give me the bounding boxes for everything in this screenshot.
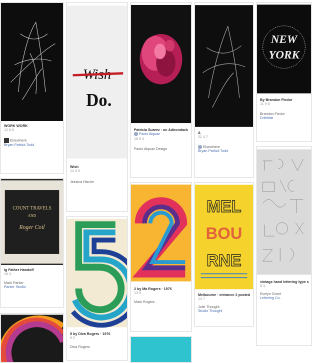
card-author[interactable]: Brandon Fiedor [260,112,285,116]
card-image[interactable] [1,314,63,362]
card-image[interactable] [195,3,253,129]
card-wish-do[interactable]: Wish Do. Wish 14 3 9 Jessica Hische [66,2,128,212]
card-author-line[interactable]: Bryan Patrick Todd [4,143,61,147]
card-author[interactable]: Mark Parker [4,281,24,285]
card-ig-father[interactable]: COUNT TRAVELS AND Roger Coil Ig Father H… [0,178,64,308]
avatar[interactable] [134,132,138,137]
card-stats: 9 2 [70,336,75,341]
card-five-poster[interactable]: 5 by Diva Rogers · 1976 9 2 Diva Rogers [66,216,128,361]
card-author[interactable]: Diva Rogers [70,345,90,349]
card-stats: 11 9 6 [260,102,270,107]
card-title[interactable]: vintage hand lettering type sheet [260,280,309,284]
card-author[interactable]: Paolo Alquaz [139,132,160,136]
card-author-line[interactable]: Studio Thought [198,309,251,313]
type-specimen-image [257,149,311,275]
card-author-line[interactable]: Dribbble [260,116,309,120]
card-image[interactable] [67,217,127,329]
card-image[interactable]: COUNT TRAVELS AND Roger Coil [1,179,63,265]
card-author-line[interactable]: Bryan Patrick Todd [198,149,251,153]
card-image[interactable] [131,3,191,125]
card-author-line[interactable]: Parker Studio [4,285,61,289]
new-text: NEW [270,33,298,46]
card-stats: 16 4 [4,272,11,277]
card-melbourne[interactable]: MEL BOU RNE Melbourne · entrance 2 poste… [194,182,254,327]
card-author-line[interactable]: Paolo Alquaz Design [134,147,189,151]
number-five-poster-image [67,218,127,328]
card-image[interactable]: Wish Do. [67,3,127,161]
card-stats: 18 9 4 [134,136,144,141]
poster-artwork-image [1,314,63,362]
melbourne-poster-image: MEL BOU RNE [195,184,253,290]
flower-artwork-image [131,4,191,124]
card-stats: 14 3 9 [70,169,80,174]
card-image[interactable] [131,183,191,283]
card-title[interactable]: Melbourne · entrance 2 posted Jolie Thou… [198,293,251,297]
book-author-text: Roger Coil [18,225,45,231]
lettering-artwork-image [1,4,63,120]
do-text: Do. [86,90,112,110]
card-new-york[interactable]: NEW YORK By Brandon Fiedor 11 9 6 Brando… [256,2,312,142]
card-stats: 8 3 [260,284,265,289]
card-stats: 13 5 [134,291,141,296]
card-author[interactable]: Elsewhere [10,138,27,142]
card-dark-a[interactable]: A 22 4 7 Elsewhere Bryan Patrick Todd [194,2,254,178]
new-york-lettering-image: NEW YORK [257,4,311,94]
lettering-artwork-image [195,5,253,127]
card-author[interactable]: Jolie Thought [198,305,220,309]
card-work-work[interactable]: WORK WORK 12 8 6 Elsewhere Bryan Patrick… [0,2,64,174]
card-image[interactable]: MEL BOU RNE [195,183,253,291]
card-image[interactable] [131,337,191,362]
card-author[interactable]: Jessica Hische [70,180,94,184]
book-subtitle-text: AND [28,214,37,218]
book-cover-image: COUNT TRAVELS AND Roger Coil [1,180,63,264]
card-author-line[interactable]: Lettering Co. [260,296,309,300]
card-image[interactable] [257,147,311,277]
wish-do-lettering-image: Wish Do. [67,5,127,159]
melbourne-line-2: BOU [206,225,243,243]
melbourne-line-1: MEL [207,198,242,216]
card-flower[interactable]: Patricia Suarez · un Adirondack Paolo Al… [130,2,192,178]
number-two-poster-image [131,184,191,282]
card-stats: 22 4 7 [198,135,208,140]
card-image[interactable]: NEW YORK [257,3,311,95]
york-text: YORK [269,49,301,62]
book-title-text: COUNT TRAVELS [13,206,52,211]
card-type-sheet[interactable]: vintage hand lettering type sheet 8 3 Ev… [256,146,312,346]
card-stats: 14 7 [198,297,205,302]
card-rainbow-arcs[interactable] [0,313,64,363]
card-author[interactable]: Elsewhere [203,145,220,149]
melbourne-line-3: RNE [207,252,242,270]
card-teal-partial[interactable] [130,336,192,363]
card-image[interactable] [1,3,63,121]
card-author[interactable]: Mark Rogers [134,300,155,304]
card-stats: 12 8 6 [4,128,14,133]
card-author[interactable]: Evelyn Grant [260,292,281,296]
card-two-poster[interactable]: 2 by Ma Rogers · 1976 13 5 Mark Rogers [130,182,192,332]
